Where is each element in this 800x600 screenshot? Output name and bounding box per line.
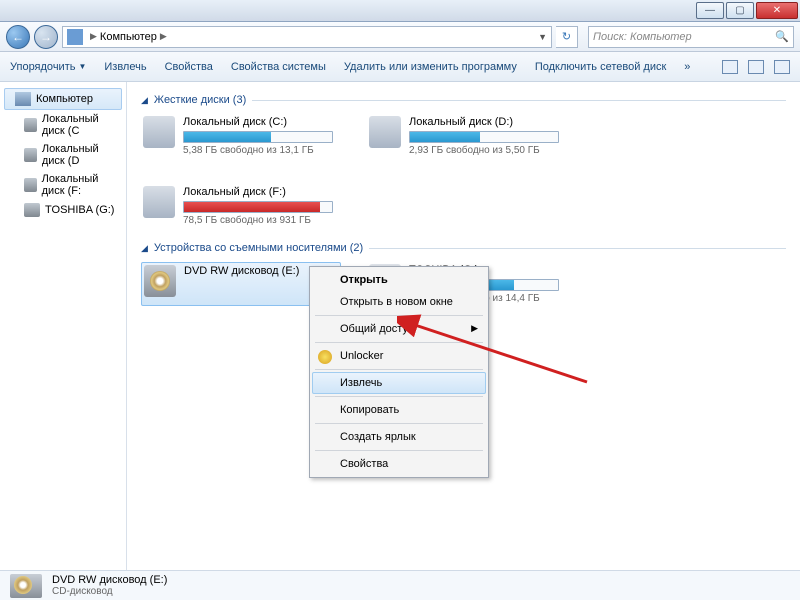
menu-properties[interactable]: Свойства xyxy=(312,453,486,475)
drive-free: 5,38 ГБ свободно из 13,1 ГБ xyxy=(183,145,339,156)
minimize-button[interactable]: — xyxy=(696,2,724,19)
toolbar: Упорядочить▼ Извлечь Свойства Свойства с… xyxy=(0,52,800,82)
more-button[interactable]: » xyxy=(684,61,690,73)
hdd-icon xyxy=(24,178,37,192)
menu-open[interactable]: Открыть xyxy=(312,269,486,291)
usage-bar xyxy=(183,201,333,213)
status-name: DVD RW дисковод (E:) xyxy=(52,574,167,586)
hdd-icon xyxy=(24,203,40,217)
menu-open-new-window[interactable]: Открыть в новом окне xyxy=(312,291,486,313)
uninstall-button[interactable]: Удалить или изменить программу xyxy=(344,61,517,73)
map-drive-button[interactable]: Подключить сетевой диск xyxy=(535,61,666,73)
sidebar-item-label: Компьютер xyxy=(36,93,93,105)
context-menu: Открыть Открыть в новом окне Общий досту… xyxy=(309,266,489,478)
sidebar-item-disk-f[interactable]: Локальный диск (F: xyxy=(0,170,126,200)
menu-share[interactable]: Общий доступ▶ xyxy=(312,318,486,340)
breadcrumb[interactable]: ▶ Компьютер ▶ ▼ xyxy=(62,26,552,48)
menu-copy[interactable]: Копировать xyxy=(312,399,486,421)
close-button[interactable]: ✕ xyxy=(756,2,798,19)
unlocker-icon xyxy=(318,350,332,364)
breadcrumb-item[interactable]: Компьютер xyxy=(100,31,157,43)
drive-f[interactable]: Локальный диск (F:) 78,5 ГБ свободно из … xyxy=(141,184,341,228)
search-icon: 🔍 xyxy=(775,30,789,43)
menu-create-shortcut[interactable]: Создать ярлык xyxy=(312,426,486,448)
computer-icon xyxy=(67,29,83,45)
hdd-icon xyxy=(143,116,175,148)
statusbar: DVD RW дисковод (E:) CD-дисковод xyxy=(0,570,800,600)
drive-label: Локальный диск (F:) xyxy=(183,186,339,198)
drive-d[interactable]: Локальный диск (D:) 2,93 ГБ свободно из … xyxy=(367,114,567,158)
titlebar: — ▢ ✕ xyxy=(0,0,800,22)
search-input[interactable]: Поиск: Компьютер 🔍 xyxy=(588,26,794,48)
hdd-icon xyxy=(369,116,401,148)
back-button[interactable]: ← xyxy=(6,25,30,49)
eject-button[interactable]: Извлечь xyxy=(104,61,146,73)
view-button[interactable] xyxy=(722,60,738,74)
menu-eject[interactable]: Извлечь xyxy=(312,372,486,394)
organize-button[interactable]: Упорядочить▼ xyxy=(10,61,86,73)
sidebar-item-label: Локальный диск (D xyxy=(42,143,120,167)
drive-label: Локальный диск (D:) xyxy=(409,116,565,128)
hdd-icon xyxy=(143,186,175,218)
sidebar-item-label: TOSHIBA (G:) xyxy=(45,204,114,216)
group-header-removable[interactable]: ◢Устройства со съемными носителями (2) xyxy=(141,242,786,254)
sidebar-item-label: Локальный диск (C xyxy=(42,113,120,137)
help-button[interactable] xyxy=(774,60,790,74)
drive-free: 78,5 ГБ свободно из 931 ГБ xyxy=(183,215,339,226)
dvd-drive-icon xyxy=(144,265,176,297)
sidebar-item-label: Локальный диск (F: xyxy=(42,173,120,197)
chevron-down-icon: ▼ xyxy=(78,62,86,71)
system-properties-button[interactable]: Свойства системы xyxy=(231,61,326,73)
sidebar-item-disk-d[interactable]: Локальный диск (D xyxy=(0,140,126,170)
drive-c[interactable]: Локальный диск (C:) 5,38 ГБ свободно из … xyxy=(141,114,341,158)
status-type: CD-дисковод xyxy=(52,586,167,597)
group-header-hdd[interactable]: ◢Жесткие диски (3) xyxy=(141,94,786,106)
properties-button[interactable]: Свойства xyxy=(165,61,213,73)
chevron-right-icon: ▶ xyxy=(90,31,97,42)
sidebar-item-computer[interactable]: Компьютер xyxy=(4,88,122,110)
chevron-down-icon[interactable]: ▼ xyxy=(538,32,547,42)
search-placeholder: Поиск: Компьютер xyxy=(593,31,692,43)
hdd-icon xyxy=(24,118,37,132)
chevron-right-icon: ▶ xyxy=(160,31,167,42)
preview-pane-button[interactable] xyxy=(748,60,764,74)
forward-button[interactable]: → xyxy=(34,25,58,49)
chevron-right-icon: ▶ xyxy=(471,323,478,334)
hdd-icon xyxy=(24,148,37,162)
drive-label: Локальный диск (C:) xyxy=(183,116,339,128)
navbar: ← → ▶ Компьютер ▶ ▼ ↻ Поиск: Компьютер 🔍 xyxy=(0,22,800,52)
maximize-button[interactable]: ▢ xyxy=(726,2,754,19)
usage-bar xyxy=(409,131,559,143)
menu-unlocker[interactable]: Unlocker xyxy=(312,345,486,367)
sidebar-item-disk-c[interactable]: Локальный диск (C xyxy=(0,110,126,140)
dvd-drive-icon xyxy=(10,574,42,598)
sidebar: Компьютер Локальный диск (C Локальный ди… xyxy=(0,82,127,570)
collapse-icon: ◢ xyxy=(141,95,148,106)
drive-free: 2,93 ГБ свободно из 5,50 ГБ xyxy=(409,145,565,156)
sidebar-item-toshiba[interactable]: TOSHIBA (G:) xyxy=(0,200,126,220)
refresh-button[interactable]: ↻ xyxy=(556,26,578,48)
usage-bar xyxy=(183,131,333,143)
computer-icon xyxy=(15,92,31,106)
content-area: ◢Жесткие диски (3) Локальный диск (C:) 5… xyxy=(127,82,800,570)
collapse-icon: ◢ xyxy=(141,243,148,254)
